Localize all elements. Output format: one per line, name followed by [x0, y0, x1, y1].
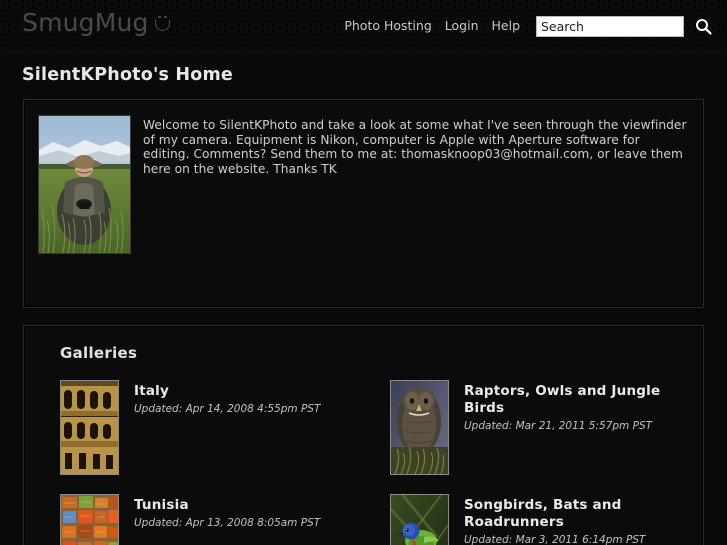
gallery-meta: Tunisia Updated: Apr 13, 2008 8:05am PST	[134, 494, 320, 530]
galleries-heading: Galleries	[60, 344, 138, 362]
nav-item-login[interactable]: Login	[445, 14, 479, 38]
gallery-item-tunisia[interactable]: Tunisia Updated: Apr 13, 2008 8:05am PST	[38, 494, 359, 545]
profile-photo	[39, 116, 130, 253]
about-text: Welcome to SilentKPhoto and take a look …	[143, 118, 687, 176]
gallery-thumb-frame	[390, 380, 449, 475]
smiley-face-icon	[154, 16, 171, 32]
search-input[interactable]	[536, 15, 684, 37]
gallery-thumb-frame	[390, 494, 449, 545]
search-icon	[695, 18, 712, 35]
about-panel: Welcome to SilentKPhoto and take a look …	[23, 99, 704, 308]
gallery-thumbnail-owl	[391, 381, 448, 474]
gallery-thumb-frame	[60, 380, 119, 475]
gallery-title[interactable]: Songbirds, Bats and Roadrunners	[464, 497, 689, 531]
gallery-item-italy[interactable]: Italy Updated: Apr 14, 2008 4:55pm PST	[38, 380, 359, 475]
gallery-meta: Songbirds, Bats and Roadrunners Updated:…	[464, 494, 689, 545]
nav-item-help[interactable]: Help	[492, 14, 521, 38]
gallery-grid: Italy Updated: Apr 14, 2008 4:55pm PST R…	[38, 380, 689, 545]
gallery-meta: Raptors, Owls and Jungle Birds Updated: …	[464, 380, 689, 433]
gallery-updated-date: Updated: Apr 13, 2008 8:05am PST	[134, 517, 321, 529]
search-button[interactable]	[693, 16, 713, 36]
search-area	[536, 15, 713, 37]
gallery-updated-date: Updated: Mar 21, 2011 5:57pm PST	[464, 420, 653, 432]
smugmug-logo[interactable]: SmugMug	[22, 8, 171, 38]
galleries-panel: Galleries Italy Updated: Apr 14, 2008 4:…	[23, 325, 704, 545]
gallery-title[interactable]: Raptors, Owls and Jungle Birds	[464, 383, 689, 417]
gallery-thumb-frame	[60, 494, 119, 545]
gallery-updated-date: Updated: Mar 3, 2011 6:14pm PST	[464, 534, 646, 545]
page-title: SilentKPhoto's Home	[22, 65, 233, 85]
gallery-meta: Italy Updated: Apr 14, 2008 4:55pm PST	[134, 380, 320, 416]
about-row: Welcome to SilentKPhoto and take a look …	[38, 115, 689, 254]
gallery-thumbnail-colosseum	[61, 381, 118, 474]
gallery-title[interactable]: Tunisia	[134, 497, 320, 514]
logo-wordmark: SmugMug	[22, 8, 149, 37]
nav-item-photo-hosting[interactable]: Photo Hosting	[344, 14, 431, 38]
gallery-thumbnail-market-spices	[61, 495, 118, 545]
site-header: SmugMug Photo Hosting Login Help	[0, 0, 727, 52]
header-nav: Photo Hosting Login Help	[344, 14, 713, 38]
gallery-title[interactable]: Italy	[134, 383, 320, 400]
gallery-item-songbirds-bats-and-roadrunners[interactable]: Songbirds, Bats and Roadrunners Updated:…	[368, 494, 689, 545]
profile-photo-frame	[38, 115, 131, 254]
gallery-updated-date: Updated: Apr 14, 2008 4:55pm PST	[134, 403, 321, 415]
gallery-item-raptors-owls-and-jungle-birds[interactable]: Raptors, Owls and Jungle Birds Updated: …	[368, 380, 689, 475]
gallery-thumbnail-painted-bunting	[391, 495, 448, 545]
